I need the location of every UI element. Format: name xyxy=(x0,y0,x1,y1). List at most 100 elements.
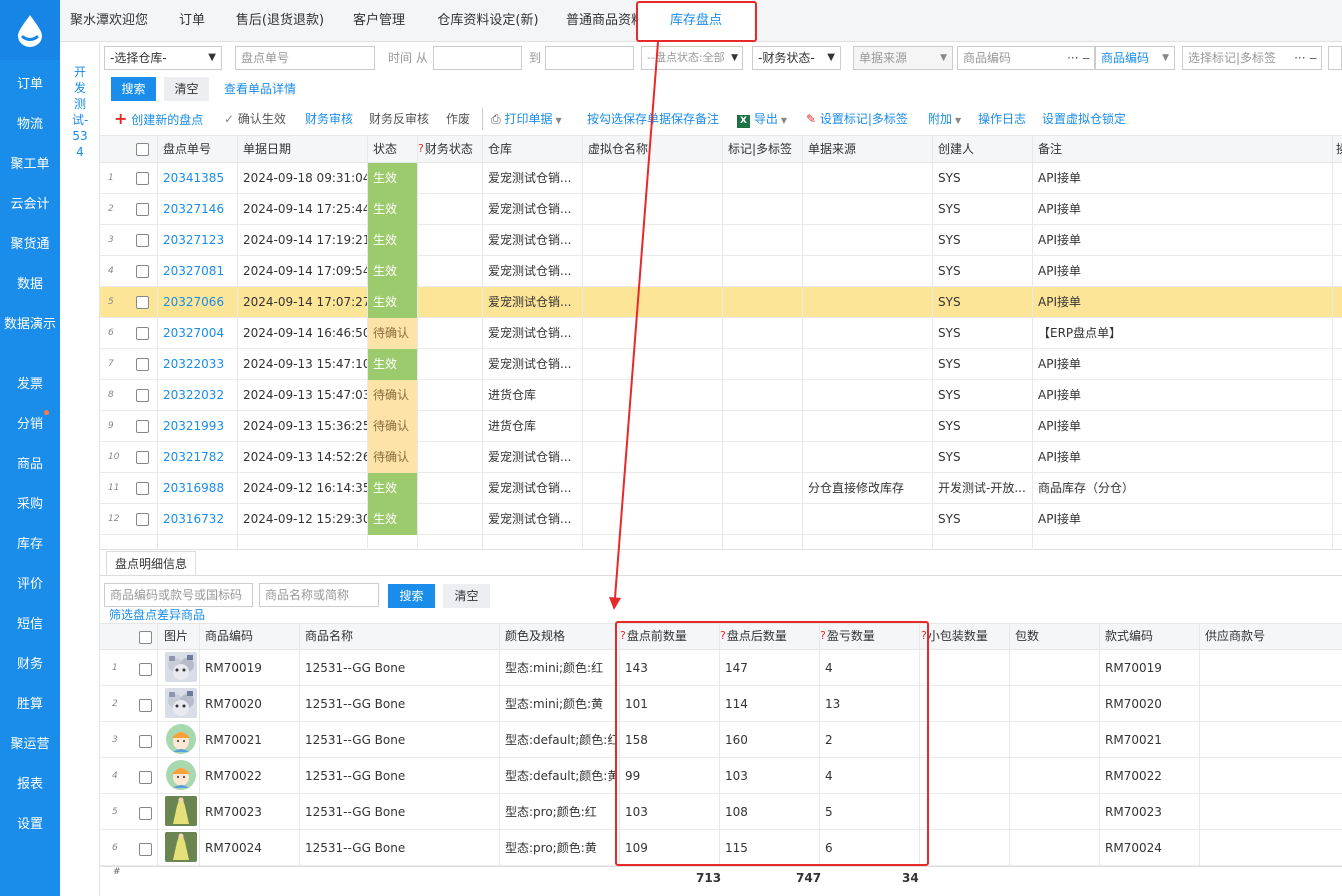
row-checkbox[interactable] xyxy=(136,482,149,495)
detail-row-checkbox[interactable] xyxy=(139,807,152,820)
col-date[interactable]: 单据日期 xyxy=(243,136,291,162)
detail-name-input[interactable]: 商品名称或简称 xyxy=(259,583,379,607)
export-button[interactable]: X 导出 ▼ xyxy=(737,108,787,130)
col-product-code[interactable]: 商品编码 xyxy=(205,623,253,649)
col-check-no[interactable]: 盘点单号 xyxy=(163,136,211,162)
check-no-link[interactable]: 20327066 xyxy=(163,287,233,317)
col-product-name[interactable]: 商品名称 xyxy=(305,623,353,649)
operation-log-button[interactable]: 操作日志 xyxy=(978,108,1026,130)
finance-audit-button[interactable]: 财务审核 xyxy=(305,108,353,130)
row-checkbox[interactable] xyxy=(136,203,149,216)
tag-select[interactable]: 选择标记|多标签 ··· ‒ xyxy=(1182,46,1322,70)
row-checkbox[interactable] xyxy=(136,265,149,278)
col-finance-status[interactable]: ?财务状态 xyxy=(418,136,473,162)
warehouse-select[interactable]: -选择仓库- ▼ xyxy=(104,46,222,70)
sidebar-item-5[interactable]: 数据 xyxy=(0,273,60,292)
print-button[interactable]: ⎙ 打印单据 ▼ xyxy=(482,108,562,130)
sidebar-item-8[interactable]: 分销 xyxy=(0,413,60,432)
check-no-link[interactable]: 20341385 xyxy=(163,163,233,193)
tab-aftersale[interactable]: 售后(退货退款) xyxy=(226,0,334,42)
check-no-link[interactable]: 20316732 xyxy=(163,504,233,534)
logo[interactable] xyxy=(0,0,60,60)
row-checkbox[interactable] xyxy=(136,327,149,340)
sidebar-item-15[interactable]: 胜算 xyxy=(0,693,60,712)
col-packs[interactable]: 包数 xyxy=(1015,623,1039,649)
virtual-lock-button[interactable]: 设置虚拟仓锁定 xyxy=(1042,108,1126,130)
row-checkbox[interactable] xyxy=(136,513,149,526)
check-no-link[interactable]: 20322032 xyxy=(163,380,233,410)
time-from-input[interactable] xyxy=(433,46,522,70)
extra-filter[interactable] xyxy=(1328,46,1342,70)
sidebar-item-12[interactable]: 评价 xyxy=(0,573,60,592)
col-virtual-warehouse[interactable]: 虚拟仓名称 xyxy=(588,136,648,162)
check-no-link[interactable]: 20322033 xyxy=(163,349,233,379)
sidebar-item-0[interactable]: 订单 xyxy=(0,73,60,92)
row-checkbox[interactable] xyxy=(136,420,149,433)
sidebar-item-17[interactable]: 报表 xyxy=(0,773,60,792)
extra-menu-button[interactable]: 附加 ▼ xyxy=(928,108,961,130)
row-checkbox[interactable] xyxy=(136,451,149,464)
tab-welcome[interactable]: 聚水潭欢迎您 xyxy=(60,0,158,42)
sidebar-item-9[interactable]: 商品 xyxy=(0,453,60,472)
finance-unaudit-button[interactable]: 财务反审核 xyxy=(369,108,429,130)
check-no-link[interactable]: 20327123 xyxy=(163,225,233,255)
row-checkbox[interactable] xyxy=(136,296,149,309)
sidebar-item-13[interactable]: 短信 xyxy=(0,613,60,632)
create-check-button[interactable]: + 创建新的盘点 xyxy=(114,108,203,130)
set-tag-button[interactable]: ✎ 设置标记|多标签 xyxy=(806,108,908,130)
check-status-select[interactable]: --盘点状态:全部 ▼ xyxy=(641,46,743,70)
col-action[interactable]: 操 xyxy=(1336,136,1342,162)
detail-select-all-checkbox[interactable] xyxy=(139,631,152,644)
detail-row-checkbox[interactable] xyxy=(139,843,152,856)
detail-clear-button[interactable]: 清空 xyxy=(443,584,490,608)
check-no-link[interactable]: 20327081 xyxy=(163,256,233,286)
clear-button[interactable]: 清空 xyxy=(164,77,209,101)
finance-status-select[interactable]: -财务状态- ▼ xyxy=(752,46,841,70)
row-checkbox[interactable] xyxy=(136,389,149,402)
col-source[interactable]: 单据来源 xyxy=(808,136,856,162)
col-supplier-code[interactable]: 供应商款号 xyxy=(1205,623,1265,649)
row-checkbox[interactable] xyxy=(136,234,149,247)
row-checkbox[interactable] xyxy=(136,358,149,371)
detail-row-checkbox[interactable] xyxy=(139,699,152,712)
detail-row-checkbox[interactable] xyxy=(139,735,152,748)
product-code-type-select[interactable]: 商品编码 ▼ xyxy=(1095,46,1175,70)
product-image[interactable] xyxy=(165,724,197,754)
time-to-input[interactable] xyxy=(545,46,634,70)
detail-row-checkbox[interactable] xyxy=(139,663,152,676)
check-no-link[interactable]: 20327004 xyxy=(163,318,233,348)
col-tags[interactable]: 标记|多标签 xyxy=(728,136,792,162)
confirm-button[interactable]: ✓ 确认生效 xyxy=(224,108,286,130)
product-image[interactable] xyxy=(165,688,197,718)
tab-customers[interactable]: 客户管理 xyxy=(334,0,424,42)
sidebar-item-14[interactable]: 财务 xyxy=(0,653,60,672)
save-remark-button[interactable]: 按勾选保存单据保存备注 xyxy=(587,108,719,130)
check-no-link[interactable]: 20321993 xyxy=(163,411,233,441)
sidebar-item-11[interactable]: 库存 xyxy=(0,533,60,552)
col-status[interactable]: 状态 xyxy=(373,136,397,162)
col-image[interactable]: 图片 xyxy=(164,623,188,649)
col-warehouse[interactable]: 仓库 xyxy=(488,136,512,162)
tab-warehouse-settings[interactable]: 仓库资料设定(新) xyxy=(424,0,552,42)
sidebar-item-4[interactable]: 聚货通 xyxy=(0,233,60,252)
source-select[interactable]: 单据来源 ▼ xyxy=(853,46,953,70)
select-all-checkbox[interactable] xyxy=(136,143,149,156)
col-creator[interactable]: 创建人 xyxy=(938,136,974,162)
col-style-code[interactable]: 款式编码 xyxy=(1105,623,1153,649)
check-no-input[interactable]: 盘点单号 xyxy=(235,46,375,70)
sidebar-item-10[interactable]: 采购 xyxy=(0,493,60,512)
view-detail-link[interactable]: 查看单品详情 xyxy=(224,77,296,101)
sidebar-item-18[interactable]: 设置 xyxy=(0,813,60,832)
col-small-pack[interactable]: ?小包装数量 xyxy=(921,623,988,649)
product-image[interactable] xyxy=(165,760,197,790)
col-remark[interactable]: 备注 xyxy=(1038,136,1062,162)
search-button[interactable]: 搜索 xyxy=(111,77,156,101)
product-image[interactable] xyxy=(165,652,197,682)
tab-orders[interactable]: 订单 xyxy=(158,0,226,42)
product-code-input[interactable]: 商品编码 ··· ‒ xyxy=(957,46,1095,70)
detail-row-checkbox[interactable] xyxy=(139,771,152,784)
detail-search-button[interactable]: 搜索 xyxy=(388,584,435,608)
void-button[interactable]: 作废 xyxy=(446,108,470,130)
sidebar-item-7[interactable]: 发票 xyxy=(0,373,60,392)
sidebar-item-6[interactable]: 数据演示 xyxy=(0,313,60,332)
